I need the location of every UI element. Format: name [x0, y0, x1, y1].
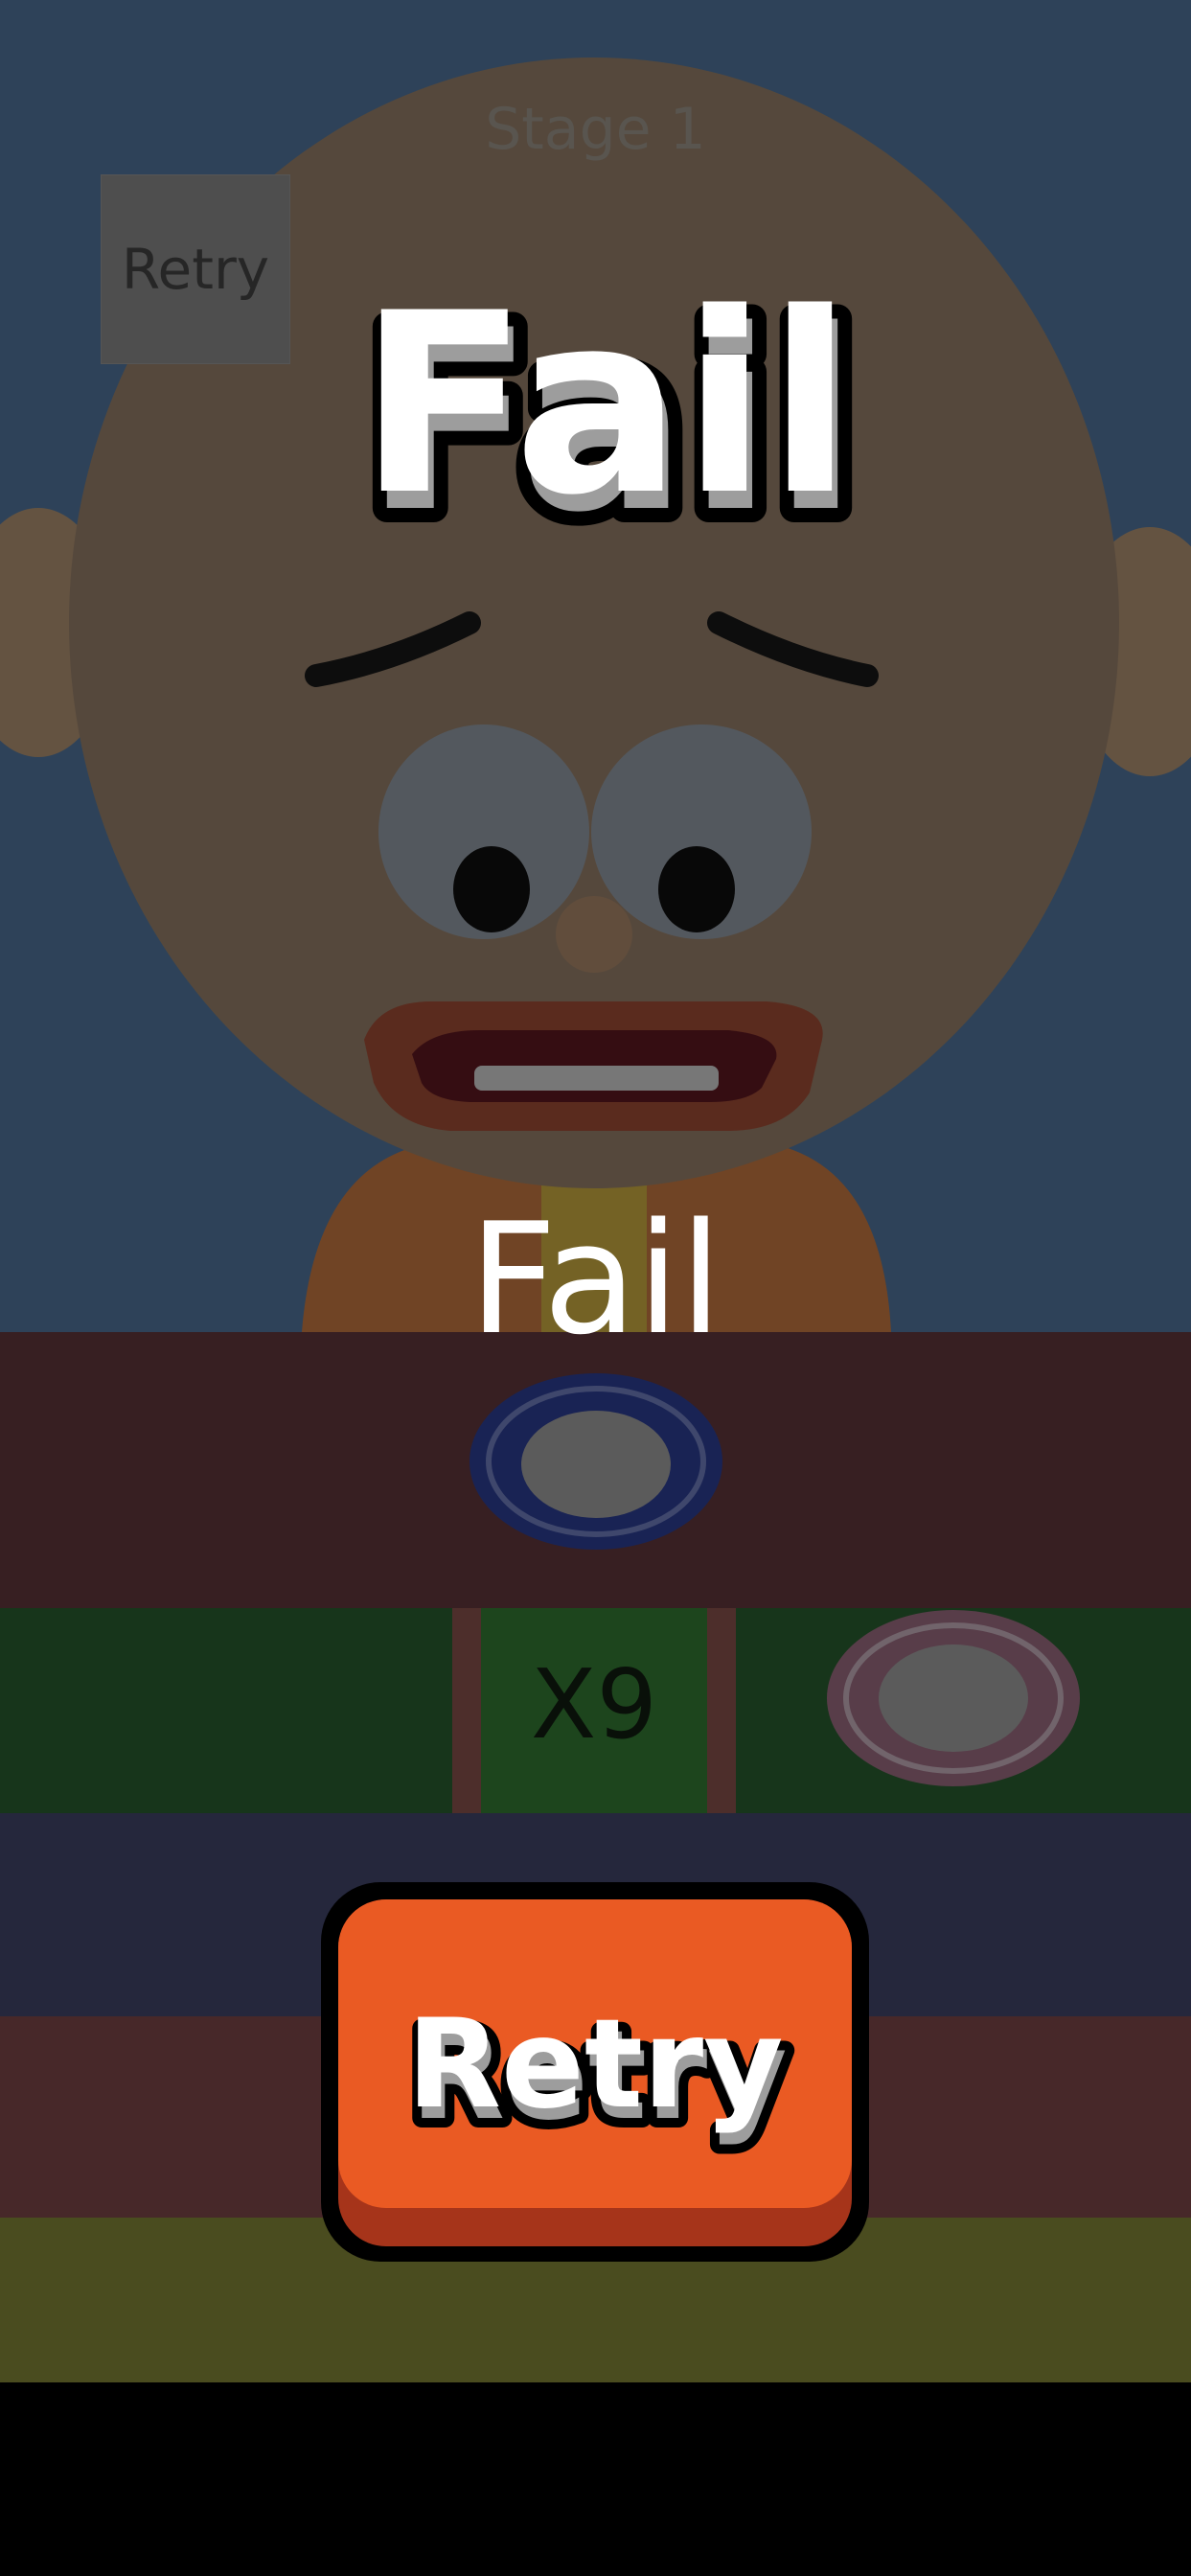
retry-button[interactable]: Retry Retry Retry [319, 1880, 871, 2264]
retry-small-button[interactable]: Retry [101, 174, 290, 364]
fail-subtitle: Fail [469, 1189, 722, 1368]
stage-label: Stage 1 [485, 96, 706, 163]
retry-button-label: Retry [406, 1993, 783, 2136]
game-scene: X9 Stage 1 Retry Fail Fail Fail Fail Ret… [0, 0, 1191, 2576]
fail-title-graphic: Fail Fail Fail [350, 261, 873, 565]
retry-button-graphic: Retry Retry Retry [321, 1882, 869, 2262]
fail-title: Fail [358, 261, 853, 550]
